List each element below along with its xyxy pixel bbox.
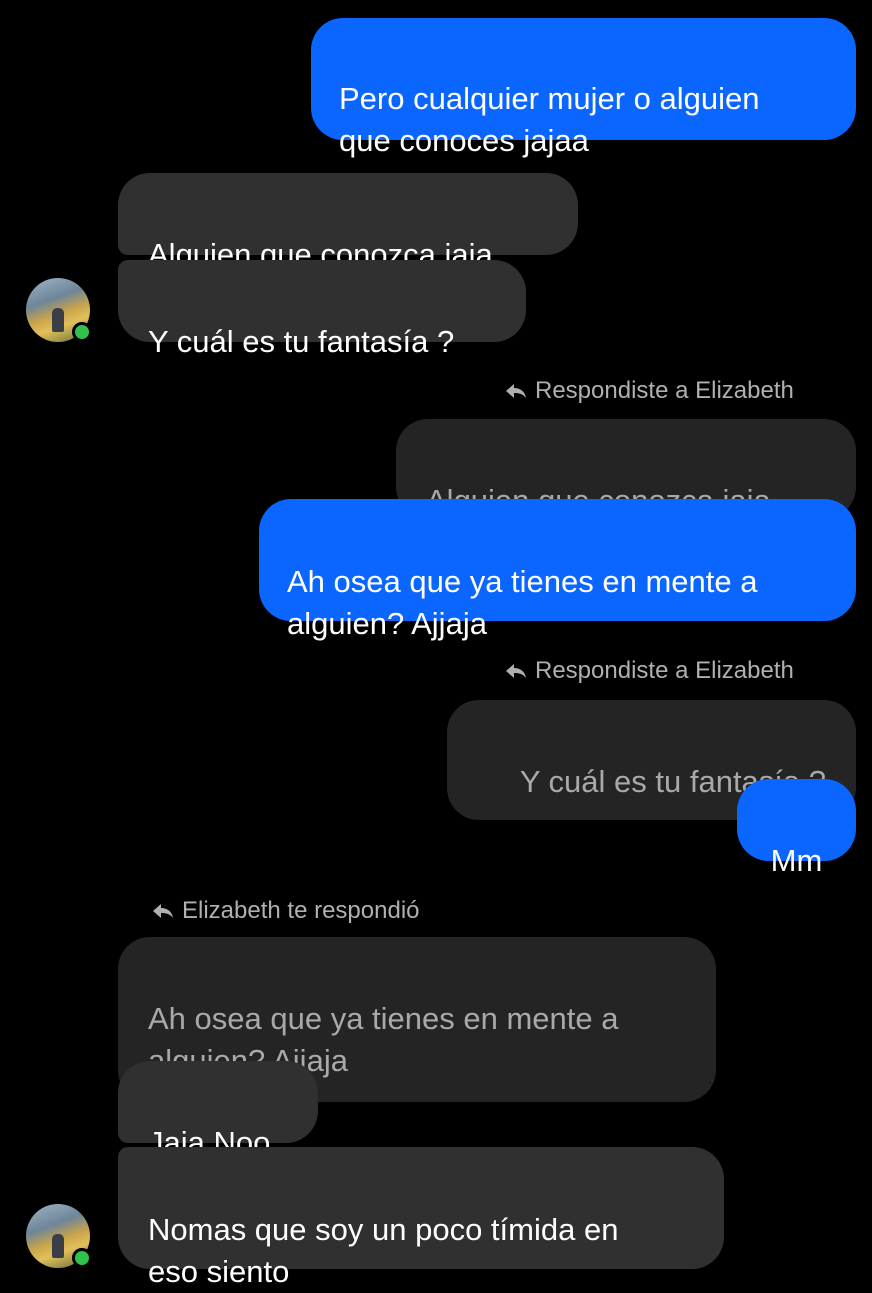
sent-message-bubble[interactable]: Mm — [737, 779, 856, 878]
reply-label-text: Respondiste a Elizabeth — [535, 377, 794, 404]
message-text: Pero cualquier mujer o alguien que conoc… — [339, 81, 760, 158]
online-status-dot — [72, 1248, 92, 1268]
message-text: Mm — [770, 843, 823, 878]
sent-message-bubble[interactable]: Ah osea que ya tienes en mente a alguien… — [259, 499, 856, 641]
avatar-figure — [52, 308, 64, 332]
received-message-bubble[interactable]: Nomas que soy un poco tímida en eso sien… — [118, 1147, 724, 1289]
reply-label-text: Elizabeth te respondió — [182, 897, 420, 924]
reply-arrow-icon — [505, 382, 527, 400]
reply-context-label: Respondiste a Elizabeth — [505, 376, 794, 406]
reply-context-label: Elizabeth te respondió — [152, 896, 420, 926]
reply-context-label: Respondiste a Elizabeth — [505, 656, 794, 686]
chat-thread: Pero cualquier mujer o alguien que conoc… — [0, 0, 872, 1289]
reply-label-text: Respondiste a Elizabeth — [535, 657, 794, 684]
message-text: Ah osea que ya tienes en mente a alguien… — [287, 564, 758, 641]
avatar-figure — [52, 1234, 64, 1258]
online-status-dot — [72, 322, 92, 342]
received-message-bubble[interactable]: Jaja Noo — [118, 1061, 318, 1160]
reply-arrow-icon — [505, 662, 527, 680]
reply-arrow-icon — [152, 902, 174, 920]
sent-message-bubble[interactable]: Pero cualquier mujer o alguien que conoc… — [311, 18, 856, 158]
received-message-bubble[interactable]: Alguien que conozca jaja — [118, 173, 578, 272]
received-message-bubble[interactable]: Y cuál es tu fantasía ? — [118, 260, 526, 359]
message-text: Y cuál es tu fantasía ? — [148, 324, 455, 359]
message-text: Nomas que soy un poco tímida en eso sien… — [148, 1212, 619, 1289]
